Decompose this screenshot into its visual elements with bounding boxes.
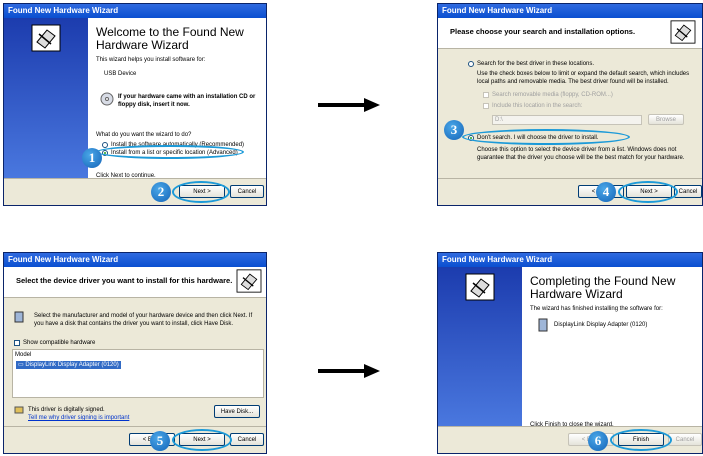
step-badge: 1 (82, 148, 102, 168)
step-badge: 4 (596, 182, 616, 202)
right-arrow-icon (318, 364, 380, 378)
right-arrow-icon (318, 98, 380, 112)
search-option-label[interactable]: Search for the best driver in these loca… (477, 60, 594, 68)
include-location-label[interactable]: Include this location in the search: (492, 102, 582, 110)
include-location-checkbox[interactable] (483, 103, 489, 109)
intro-text: This wizard helps you install software f… (96, 57, 206, 63)
button-bar: Next > Cancel (4, 178, 266, 205)
removable-checkbox[interactable] (483, 92, 489, 98)
model-column-header: Model (15, 352, 32, 358)
window-title: Found New Hardware Wizard (4, 4, 266, 18)
have-disk-button[interactable]: Have Disk... (214, 405, 260, 418)
device-name: USB Device (104, 71, 137, 77)
highlight-ellipse (96, 145, 244, 159)
browse-button[interactable]: Browse (648, 114, 684, 125)
step-badge: 2 (151, 182, 171, 202)
wizard-side-banner (438, 267, 522, 427)
hardware-wizard-icon (465, 273, 495, 301)
wizard-side-banner (4, 18, 88, 179)
option-auto-radio[interactable] (102, 142, 108, 148)
finished-text: The wizard has finished installing the s… (530, 306, 663, 312)
header-title: Please choose your search and installati… (450, 27, 636, 36)
button-bar: < Back Finish Cancel (438, 426, 702, 453)
wizard-body: Welcome to the Found New Hardware Wizard… (4, 18, 266, 179)
wizard-body: Please choose your search and installati… (438, 18, 702, 179)
cancel-button[interactable]: Cancel (230, 433, 264, 446)
cancel-button[interactable]: Cancel (230, 185, 264, 198)
wizard-select-driver-window: Found New Hardware Wizard Select the dev… (3, 252, 267, 454)
wizard-header: Select the device driver you want to ins… (4, 267, 266, 298)
wizard-completing-window: Found New Hardware Wizard Completing the… (437, 252, 703, 454)
wizard-welcome-window: Found New Hardware Wizard Welcome to the… (3, 3, 267, 206)
removable-label[interactable]: Search removable media (floppy, CD-ROM..… (492, 91, 613, 99)
instruction-text: Select the manufacturer and model of you… (34, 313, 253, 327)
page-title: Completing the Found New Hardware Wizard (530, 274, 676, 301)
highlight-ellipse (462, 129, 630, 145)
highlight-ellipse (610, 429, 672, 451)
device-name: DisplayLink Display Adapter (0120) (554, 322, 648, 328)
signed-text: This driver is digitally signed. (28, 407, 105, 413)
button-bar: < Back Next > Cancel (438, 178, 702, 205)
path-combo[interactable]: D:\ (492, 115, 642, 125)
wizard-header: Please choose your search and installati… (438, 18, 702, 49)
step-badge: 3 (444, 120, 464, 140)
highlight-ellipse (172, 429, 232, 451)
page-title: Welcome to the Found New Hardware Wizard (96, 25, 244, 52)
cancel-button[interactable]: Cancel (674, 185, 702, 198)
hardware-wizard-icon (31, 24, 61, 52)
cd-icon (100, 92, 114, 106)
window-title: Found New Hardware Wizard (438, 4, 702, 18)
step-badge: 6 (588, 431, 608, 451)
dont-search-description: Choose this option to select the device … (477, 147, 685, 161)
window-title: Found New Hardware Wizard (4, 253, 266, 267)
search-radio[interactable] (468, 61, 474, 67)
compatible-label[interactable]: Show compatible hardware (23, 339, 95, 347)
search-description: Use the check boxes below to limit or ex… (477, 71, 690, 85)
compatible-checkbox[interactable] (14, 340, 20, 346)
model-list[interactable]: Model ▭ DisplayLink Display Adapter (012… (12, 349, 264, 398)
hardware-wizard-icon (236, 269, 262, 293)
highlight-ellipse (172, 181, 230, 203)
highlight-ellipse (618, 181, 678, 203)
wizard-search-options-window: Found New Hardware Wizard Please choose … (437, 3, 703, 206)
wizard-body: Select the device driver you want to ins… (4, 267, 266, 427)
signed-driver-icon (14, 406, 24, 414)
hardware-device-icon (14, 311, 24, 323)
question-text: What do you want the wizard to do? (96, 132, 192, 138)
window-title: Found New Hardware Wizard (438, 253, 702, 267)
hardware-wizard-icon (670, 20, 696, 44)
cd-hint: If your hardware came with an installati… (118, 94, 256, 108)
display-adapter-icon (538, 318, 548, 332)
cancel-button[interactable]: Cancel (668, 433, 702, 446)
monitor-icon: ▭ (18, 362, 24, 368)
list-item[interactable]: ▭ DisplayLink Display Adapter (0120) (16, 361, 121, 369)
header-title: Select the device driver you want to ins… (16, 276, 233, 285)
signing-link[interactable]: Tell me why driver signing is important (28, 414, 129, 422)
step-badge: 5 (150, 431, 170, 451)
list-item-label: DisplayLink Display Adapter (0120) (25, 362, 119, 368)
button-bar: < Back Next > Cancel (4, 426, 266, 453)
wizard-body: Completing the Found New Hardware Wizard… (438, 267, 702, 428)
